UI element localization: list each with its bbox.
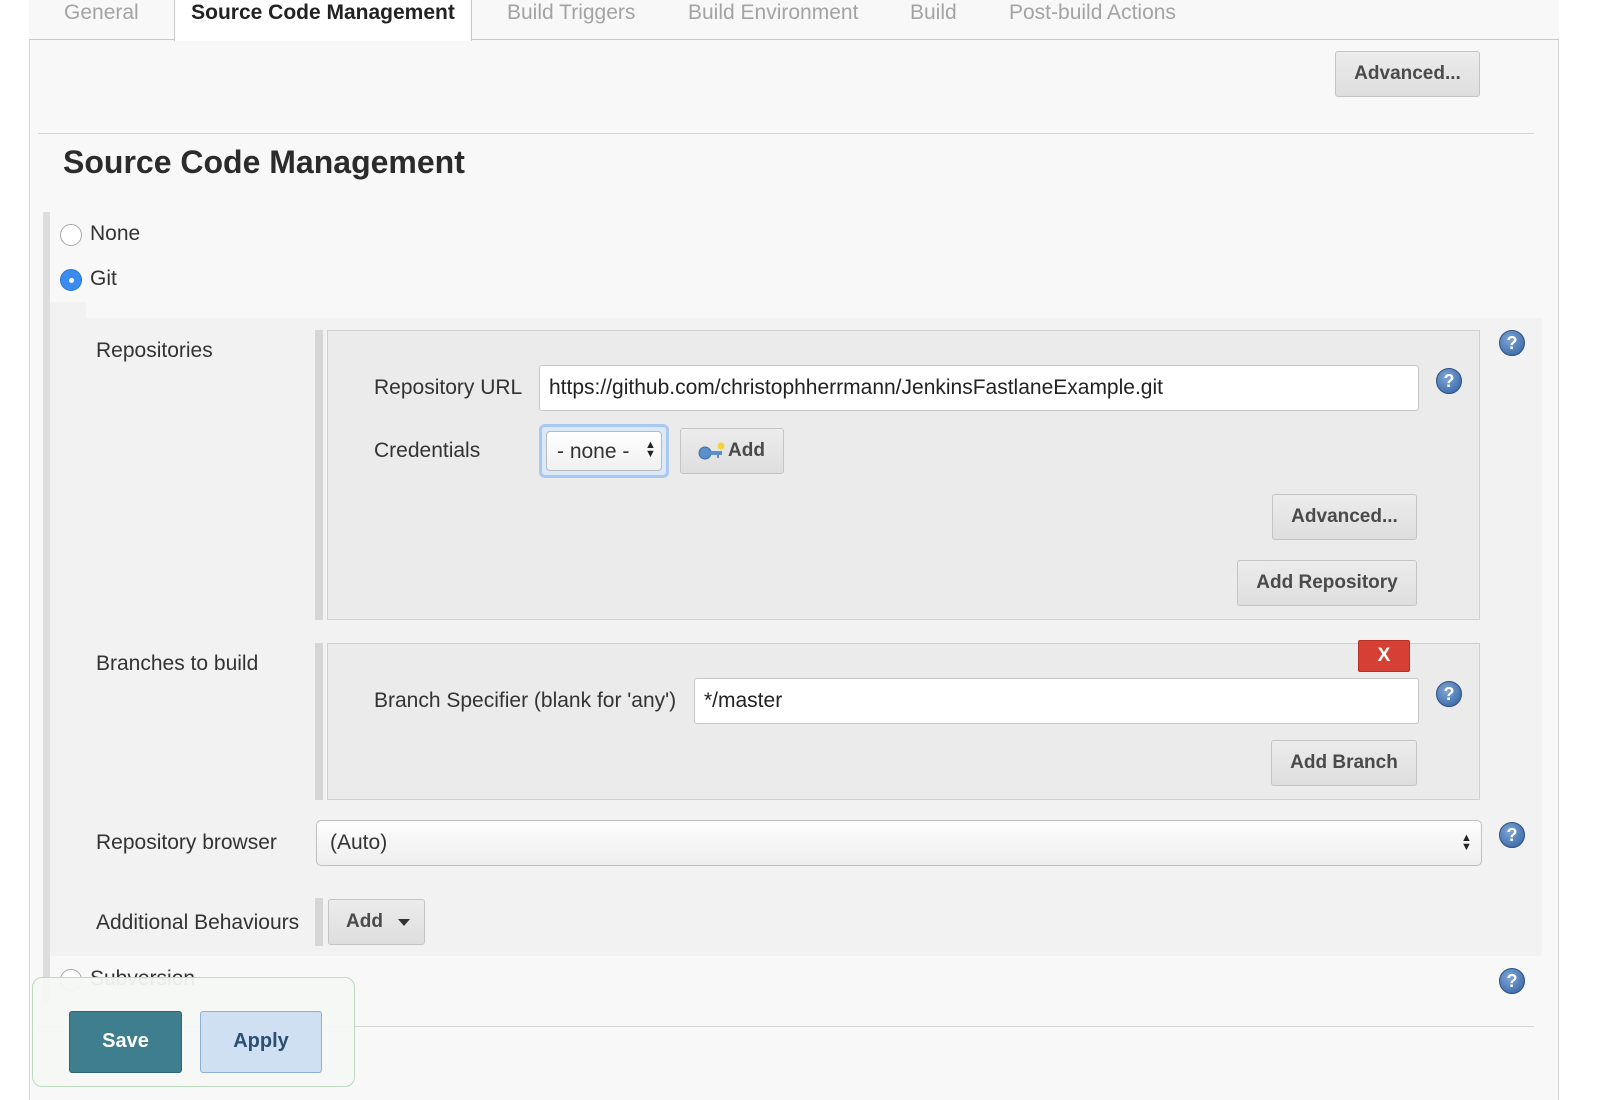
credentials-label: Credentials — [374, 439, 481, 462]
repository-browser-select[interactable]: (Auto) ▲ ▼ — [316, 820, 1482, 866]
save-button[interactable]: Save — [69, 1011, 182, 1073]
repository-browser-help-icon[interactable]: ? — [1499, 822, 1525, 848]
scm-git-radio[interactable] — [60, 269, 82, 291]
tab-build[interactable]: Build — [910, 0, 957, 40]
select-arrows-icon: ▲ ▼ — [645, 439, 656, 460]
branch-specifier-label: Branch Specifier (blank for 'any') — [374, 689, 677, 712]
tab-build-environment[interactable]: Build Environment — [688, 0, 858, 40]
tab-post-build-actions[interactable]: Post-build Actions — [1009, 0, 1176, 40]
add-branch-button[interactable]: Add Branch — [1271, 740, 1417, 786]
select-arrows-icon: ▲ ▼ — [1461, 832, 1472, 853]
advanced-button[interactable]: Advanced... — [1335, 51, 1480, 97]
apply-button[interactable]: Apply — [200, 1011, 322, 1073]
tab-source-code-management[interactable]: Source Code Management — [174, 0, 472, 41]
scm-git-label[interactable]: Git — [90, 267, 117, 291]
section-title: Source Code Management — [63, 144, 465, 180]
repositories-label: Repositories — [96, 339, 213, 362]
repository-advanced-button[interactable]: Advanced... — [1272, 494, 1417, 540]
git-panel-connector — [50, 302, 86, 318]
delete-branch-button[interactable]: X — [1358, 640, 1410, 672]
credentials-add-label: Add — [728, 440, 765, 461]
tab-build-triggers[interactable]: Build Triggers — [507, 0, 635, 40]
branches-to-build-label: Branches to build — [96, 652, 259, 675]
behaviours-rail — [315, 898, 323, 946]
repository-url-label: Repository URL — [374, 376, 523, 399]
credentials-add-button[interactable]: Add — [680, 428, 784, 474]
key-icon — [698, 442, 725, 460]
repository-url-input[interactable]: https://github.com/christophherrmann/Jen… — [539, 365, 1419, 411]
section-rail — [43, 212, 50, 1002]
branch-specifier-input[interactable]: */master — [694, 678, 1419, 724]
caret-down-icon — [398, 919, 410, 926]
scm-none-label[interactable]: None — [90, 222, 140, 246]
additional-behaviours-label: Additional Behaviours — [96, 911, 300, 934]
additional-behaviours-add-label: Add — [346, 911, 383, 932]
credentials-select[interactable]: - none - ▲ ▼ — [539, 424, 669, 478]
repository-browser-label: Repository browser — [96, 831, 277, 854]
additional-behaviours-add-button[interactable]: Add — [328, 899, 425, 945]
repositories-help-icon[interactable]: ? — [1499, 330, 1525, 356]
repository-browser-value: (Auto) — [330, 831, 388, 854]
branches-rail — [315, 643, 323, 800]
divider — [38, 133, 1534, 134]
tab-bar: General Source Code Management Build Tri… — [29, 0, 1559, 41]
repositories-rail — [315, 330, 323, 620]
subversion-help-icon[interactable]: ? — [1499, 968, 1525, 994]
branch-specifier-help-icon[interactable]: ? — [1436, 681, 1462, 707]
repository-url-help-icon[interactable]: ? — [1436, 368, 1462, 394]
add-repository-button[interactable]: Add Repository — [1237, 560, 1417, 606]
scm-none-radio[interactable] — [60, 224, 82, 246]
tab-general[interactable]: General — [64, 0, 139, 40]
